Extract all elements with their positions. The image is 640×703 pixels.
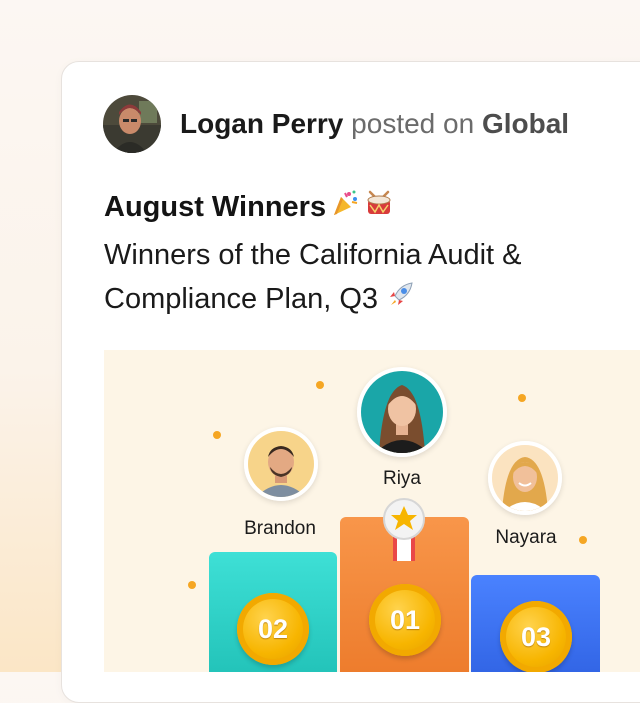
group-name[interactable]: Global: [482, 108, 569, 139]
rank-medal-first: 01: [369, 584, 441, 656]
drum-icon: [364, 188, 394, 226]
post-body: Winners of the California Audit & Compli…: [104, 233, 624, 322]
post-header: Logan Perry posted on Global: [180, 108, 569, 140]
winner-avatar-nayara[interactable]: [488, 441, 562, 515]
star-ribbon-medal-icon: [380, 497, 428, 567]
winner-avatar-brandon[interactable]: [244, 427, 318, 501]
confetti-dot: [188, 581, 196, 589]
post-body-line-1: Winners of the California Audit &: [104, 239, 522, 271]
confetti-dot: [518, 394, 526, 402]
post-title: August Winners: [104, 188, 394, 226]
party-popper-icon: [330, 188, 360, 226]
post-body-line-2: Compliance Plan, Q3: [104, 283, 379, 315]
winner-name-brandon: Brandon: [244, 518, 316, 539]
post-title-text: August Winners: [104, 190, 327, 223]
posted-on-text: posted on: [351, 108, 475, 139]
rocket-icon: [386, 278, 416, 322]
author-avatar[interactable]: [103, 95, 161, 153]
rank-medal-third: 03: [500, 601, 572, 672]
author-name[interactable]: Logan Perry: [180, 108, 343, 139]
confetti-dot: [316, 381, 324, 389]
rank-medal-second: 02: [237, 593, 309, 665]
post-body-line-2-wrap: Compliance Plan, Q3: [104, 277, 624, 322]
confetti-dot: [213, 431, 221, 439]
winner-avatar-riya[interactable]: [357, 367, 447, 457]
winner-name-nayara: Nayara: [495, 527, 557, 548]
winners-podium-image[interactable]: 02 01 03 Brandon Riya Nayara: [104, 350, 640, 672]
winner-name-riya: Riya: [382, 468, 421, 489]
